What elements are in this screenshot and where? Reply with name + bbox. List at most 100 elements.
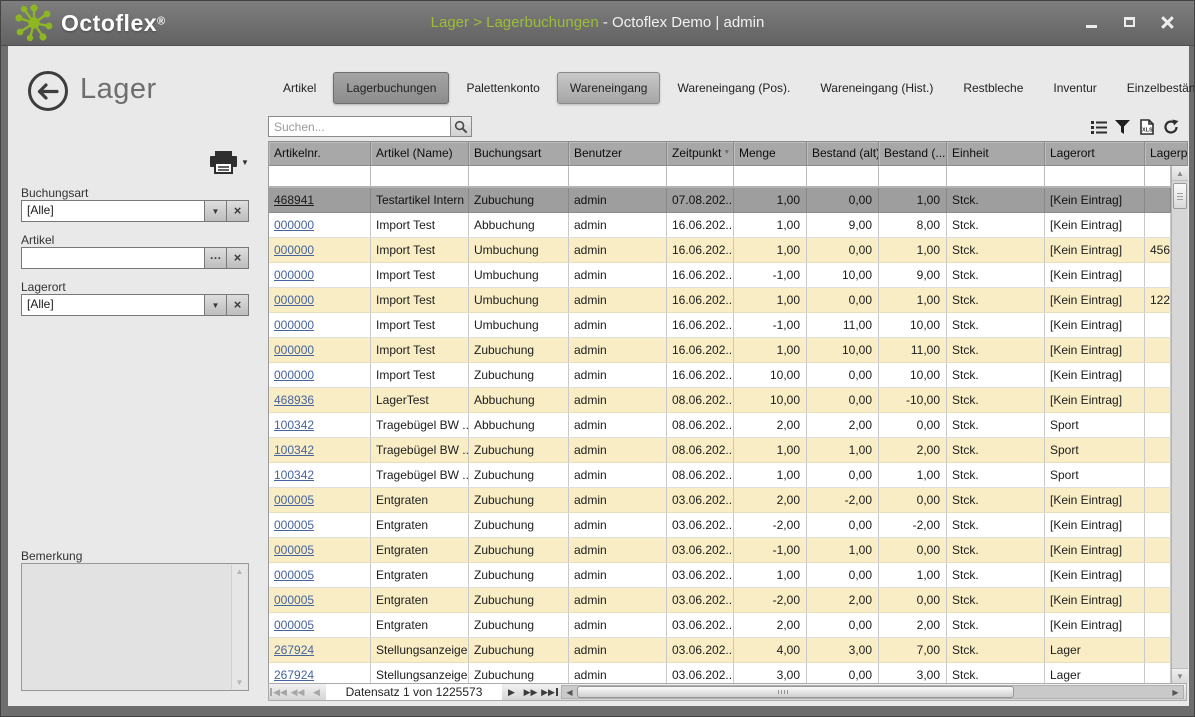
artikelnr-link[interactable]: 000000 <box>274 243 314 257</box>
artikelnr-link[interactable]: 100342 <box>274 443 314 457</box>
artikelnr-link[interactable]: 000005 <box>274 568 314 582</box>
maximize-button[interactable] <box>1118 13 1140 31</box>
column-chooser-icon[interactable] <box>1091 120 1107 134</box>
column-header[interactable]: Artikel (Name) <box>371 141 469 166</box>
vertical-scrollbar-thumb[interactable] <box>1173 183 1187 209</box>
artikelnr-link[interactable]: 000000 <box>274 368 314 382</box>
column-header[interactable]: Lagerort <box>1045 141 1145 166</box>
filter-cell[interactable] <box>879 166 947 188</box>
artikel-browse-button[interactable]: … <box>205 247 227 269</box>
artikelnr-link[interactable]: 000000 <box>274 218 314 232</box>
tab-wareneingang-pos[interactable]: Wareneingang (Pos). <box>662 81 805 95</box>
column-header[interactable]: Bestand (... <box>879 141 947 166</box>
artikelnr-link[interactable]: 000000 <box>274 318 314 332</box>
table-row[interactable]: 267924Stellungsanzeige...Zubuchungadmin0… <box>269 638 1171 663</box>
tab-inventur[interactable]: Inventur <box>1038 81 1111 95</box>
tab-lagerbuchungen[interactable]: Lagerbuchungen <box>333 72 449 104</box>
column-header[interactable]: Zeitpunkt▼ <box>667 141 734 166</box>
filter-cell[interactable] <box>734 166 807 188</box>
filter-cell[interactable] <box>371 166 469 188</box>
back-button[interactable] <box>28 71 68 111</box>
artikelnr-link[interactable]: 468941 <box>274 193 314 207</box>
artikelnr-link[interactable]: 000005 <box>274 518 314 532</box>
horizontal-scrollbar-track[interactable] <box>577 686 1168 698</box>
print-button[interactable]: ▼ <box>210 151 249 174</box>
printer-dropdown-icon[interactable]: ▼ <box>241 158 249 167</box>
artikel-clear-button[interactable]: × <box>227 247 249 269</box>
lagerort-dropdown-button[interactable]: ▼ <box>205 294 227 316</box>
export-xls-icon[interactable]: XLS <box>1138 119 1155 135</box>
artikelnr-link[interactable]: 000005 <box>274 618 314 632</box>
artikelnr-link[interactable]: 468936 <box>274 393 314 407</box>
column-header[interactable]: Menge <box>734 141 807 166</box>
next-record-button[interactable]: ▶ <box>502 684 521 700</box>
filter-cell[interactable] <box>807 166 879 188</box>
table-row[interactable]: 000000Import TestUmbuchungadmin16.06.202… <box>269 263 1171 288</box>
vertical-scrollbar[interactable]: ▲ ▼ <box>1171 166 1188 683</box>
table-row[interactable]: 000005EntgratenZubuchungadmin03.06.202..… <box>269 613 1171 638</box>
artikelnr-link[interactable]: 000000 <box>274 293 314 307</box>
bemerkung-scrollbar[interactable]: ▲ ▼ <box>231 565 247 689</box>
tab-wareneingang-hist[interactable]: Wareneingang (Hist.) <box>805 81 948 95</box>
table-row[interactable]: 000005EntgratenZubuchungadmin03.06.202..… <box>269 488 1171 513</box>
table-row[interactable]: 000000Import TestUmbuchungadmin16.06.202… <box>269 238 1171 263</box>
artikelnr-link[interactable]: 100342 <box>274 468 314 482</box>
filter-icon[interactable] <box>1115 120 1130 134</box>
tab-palettenkonto[interactable]: Palettenkonto <box>451 81 554 95</box>
table-row[interactable]: 000005EntgratenZubuchungadmin03.06.202..… <box>269 538 1171 563</box>
filter-cell[interactable] <box>1045 166 1145 188</box>
scroll-up-icon[interactable]: ▲ <box>232 567 247 576</box>
filter-cell[interactable] <box>1145 166 1171 188</box>
filter-cell[interactable] <box>469 166 569 188</box>
artikelnr-link[interactable]: 267924 <box>274 643 314 657</box>
horizontal-scrollbar-thumb[interactable] <box>577 686 1014 698</box>
artikelnr-link[interactable]: 000000 <box>274 268 314 282</box>
table-row[interactable]: 100342Tragebügel BW ...Zubuchungadmin08.… <box>269 463 1171 488</box>
scroll-up-icon[interactable]: ▲ <box>1172 166 1188 181</box>
search-button[interactable] <box>451 116 472 137</box>
column-header[interactable]: Buchungsart <box>469 141 569 166</box>
column-header[interactable]: Benutzer <box>569 141 667 166</box>
artikelnr-link[interactable]: 000005 <box>274 543 314 557</box>
table-row[interactable]: 000000Import TestUmbuchungadmin16.06.202… <box>269 288 1171 313</box>
artikelnr-link[interactable]: 000000 <box>274 343 314 357</box>
refresh-icon[interactable] <box>1163 119 1179 135</box>
scroll-right-icon[interactable]: ▶ <box>1168 686 1183 698</box>
table-row[interactable]: 000005EntgratenZubuchungadmin03.06.202..… <box>269 588 1171 613</box>
buchungsart-value[interactable]: [Alle] <box>21 200 205 222</box>
scroll-down-icon[interactable]: ▼ <box>1172 668 1188 683</box>
tab-artikel[interactable]: Artikel <box>268 81 331 95</box>
artikelnr-link[interactable]: 100342 <box>274 418 314 432</box>
next-page-button[interactable]: ▶▶ <box>521 684 540 700</box>
table-row[interactable]: 000000Import TestZubuchungadmin16.06.202… <box>269 363 1171 388</box>
filter-cell[interactable] <box>269 166 371 188</box>
filter-cell[interactable] <box>947 166 1045 188</box>
buchungsart-clear-button[interactable]: × <box>227 200 249 222</box>
column-header[interactable]: Einheit <box>947 141 1045 166</box>
table-row[interactable]: 000000Import TestAbbuchungadmin16.06.202… <box>269 213 1171 238</box>
artikelnr-link[interactable]: 267924 <box>274 668 314 682</box>
minimize-button[interactable] <box>1080 13 1102 31</box>
table-row[interactable]: 000000Import TestZubuchungadmin16.06.202… <box>269 338 1171 363</box>
artikel-value[interactable] <box>21 247 205 269</box>
table-row[interactable]: 468941Testartikel InternZubuchungadmin07… <box>269 188 1171 213</box>
tab-wareneingang[interactable]: Wareneingang <box>557 72 661 104</box>
table-row[interactable]: 468936LagerTestAbbuchungadmin08.06.202..… <box>269 388 1171 413</box>
scroll-down-icon[interactable]: ▼ <box>232 678 247 687</box>
prev-record-button[interactable]: ◀ <box>307 684 326 700</box>
table-row[interactable]: 267924Stellungsanzeige...Zubuchungadmin0… <box>269 663 1171 683</box>
column-header[interactable]: Artikelnr. <box>269 141 371 166</box>
search-input[interactable] <box>268 116 451 137</box>
scroll-left-icon[interactable]: ◀ <box>562 686 577 698</box>
tab-restbleche[interactable]: Restbleche <box>948 81 1038 95</box>
table-row[interactable]: 100342Tragebügel BW ...Abbuchungadmin08.… <box>269 413 1171 438</box>
close-button[interactable] <box>1156 13 1178 31</box>
lagerort-value[interactable]: [Alle] <box>21 294 205 316</box>
prev-page-button[interactable]: ◀◀ <box>288 684 307 700</box>
table-row[interactable]: 000005EntgratenZubuchungadmin03.06.202..… <box>269 563 1171 588</box>
buchungsart-dropdown-button[interactable]: ▼ <box>205 200 227 222</box>
table-row[interactable]: 000005EntgratenZubuchungadmin03.06.202..… <box>269 513 1171 538</box>
column-header[interactable]: Bestand (alt) <box>807 141 879 166</box>
bemerkung-textarea[interactable]: ▲ ▼ <box>21 563 249 691</box>
horizontal-scrollbar[interactable]: ◀ ▶ <box>561 685 1184 699</box>
